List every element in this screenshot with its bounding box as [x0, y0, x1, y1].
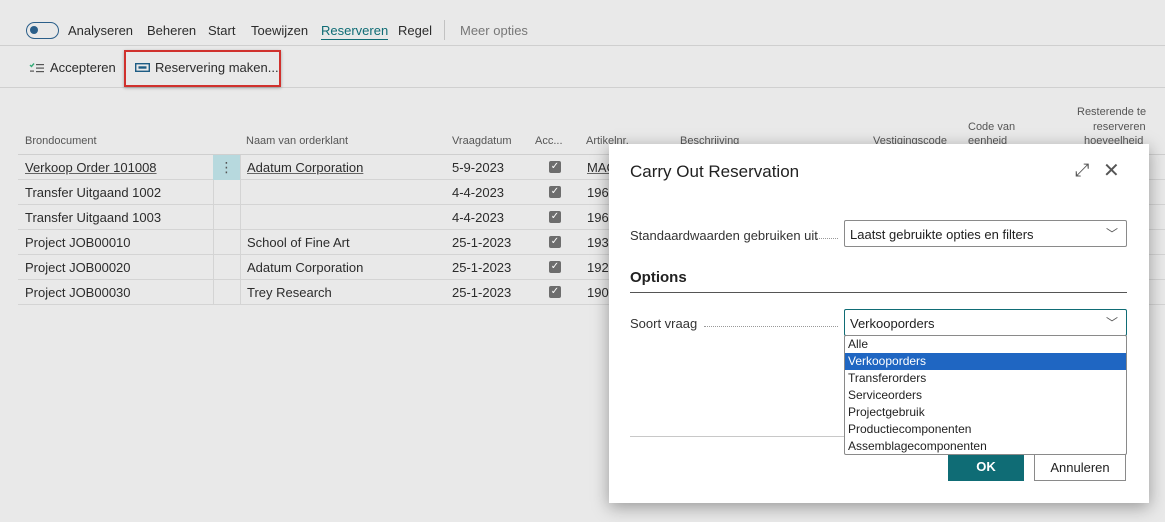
highlight-frame [124, 50, 281, 87]
cancel-button[interactable]: Annuleren [1034, 454, 1126, 481]
row-accepted-checkbox[interactable]: ✓ [549, 261, 561, 273]
col-brondocument[interactable]: Brondocument [25, 135, 97, 147]
close-icon[interactable]: ✕ [1103, 158, 1120, 183]
defaults-value: Laatst gebruikte opties en filters [850, 227, 1034, 242]
col-divider [213, 280, 214, 305]
col-divider [240, 180, 241, 205]
defaults-select[interactable]: Laatst gebruikte opties en filters ﹀ [844, 220, 1127, 247]
menu-more-options[interactable]: Meer opties [460, 23, 528, 38]
demand-leader [704, 326, 838, 327]
demand-type-label: Soort vraag [630, 316, 698, 331]
option-alle[interactable]: Alle [845, 336, 1126, 353]
col-divider [240, 280, 241, 305]
row-accepted-checkbox[interactable]: ✓ [549, 236, 561, 248]
row-accepted-checkbox[interactable]: ✓ [549, 186, 561, 198]
col-rest-line2[interactable]: reserveren [1093, 121, 1146, 133]
row-doc: Project JOB00010 [25, 235, 131, 250]
row-name: Adatum Corporation [247, 260, 364, 275]
row-date: 25-1-2023 [452, 285, 512, 300]
row-accepted-checkbox[interactable]: ✓ [549, 286, 561, 298]
accept-button[interactable]: Accepteren [29, 60, 116, 75]
options-heading: Options [630, 269, 687, 286]
col-rest-line1[interactable]: Resterende te [1077, 106, 1146, 118]
col-eenheid-line1[interactable]: Code van [968, 121, 1015, 133]
col-vraagdatum[interactable]: Vraagdatum [452, 135, 512, 147]
defaults-leader [816, 238, 838, 239]
ok-button[interactable]: OK [948, 454, 1024, 481]
col-divider [213, 180, 214, 205]
demand-type-listbox: Alle Verkooporders Transferorders Servic… [844, 335, 1127, 455]
row-date: 25-1-2023 [452, 260, 512, 275]
top-menu: Analyseren Beheren Start Toewijzen Reser… [0, 16, 1165, 46]
menu-separator [444, 20, 445, 40]
option-productiecomponenten[interactable]: Productiecomponenten [845, 421, 1126, 438]
row-date: 5-9-2023 [452, 160, 505, 175]
expand-icon[interactable]: ⤢ [1075, 160, 1089, 181]
col-divider [240, 255, 241, 280]
demand-type-value: Verkooporders [850, 316, 935, 331]
option-transferorders[interactable]: Transferorders [845, 370, 1126, 387]
menu-start[interactable]: Start [208, 23, 235, 38]
menu-beheren[interactable]: Beheren [147, 23, 196, 38]
row-name: Trey Research [247, 285, 332, 300]
row-doc[interactable]: Verkoop Order 101008 [25, 160, 157, 175]
row-name: School of Fine Art [247, 235, 350, 250]
col-divider [213, 255, 214, 280]
option-serviceorders[interactable]: Serviceorders [845, 387, 1126, 404]
row-date: 25-1-2023 [452, 235, 512, 250]
dialog-title: Carry Out Reservation [630, 162, 800, 181]
row-doc: Transfer Uitgaand 1003 [25, 210, 162, 225]
col-divider [240, 205, 241, 230]
option-assemblagecomponenten[interactable]: Assemblagecomponenten [845, 438, 1126, 455]
row-accepted-checkbox[interactable]: ✓ [549, 161, 561, 173]
col-divider [240, 230, 241, 255]
option-projectgebruik[interactable]: Projectgebruik [845, 404, 1126, 421]
row-doc: Project JOB00020 [25, 260, 131, 275]
row-date: 4-4-2023 [452, 185, 505, 200]
row-accepted-checkbox[interactable]: ✓ [549, 211, 561, 223]
analyze-toggle[interactable] [26, 22, 59, 39]
row-name[interactable]: Adatum Corporation [247, 160, 363, 175]
col-divider [213, 205, 214, 230]
option-verkooporders[interactable]: Verkooporders [845, 353, 1126, 370]
col-divider [240, 155, 241, 180]
accept-label: Accepteren [50, 60, 116, 75]
row-menu-icon[interactable]: ⋮ [213, 155, 240, 180]
row-date: 4-4-2023 [452, 210, 505, 225]
col-naam[interactable]: Naam van orderklant [246, 135, 348, 147]
chevron-down-icon: ﹀ [1105, 316, 1118, 330]
accept-list-icon [29, 62, 44, 72]
defaults-label: Standaardwaarden gebruiken uit [630, 228, 818, 243]
row-doc: Transfer Uitgaand 1002 [25, 185, 162, 200]
options-divider [630, 292, 1127, 293]
menu-regel[interactable]: Regel [398, 23, 432, 38]
menu-reserveren[interactable]: Reserveren [321, 23, 389, 40]
demand-type-select[interactable]: Verkooporders ﹀ [844, 309, 1127, 336]
menu-analyseren[interactable]: Analyseren [68, 23, 133, 38]
menu-toewijzen[interactable]: Toewijzen [251, 23, 308, 38]
chevron-down-icon: ﹀ [1105, 227, 1118, 241]
row-doc: Project JOB00030 [25, 285, 131, 300]
col-divider [213, 230, 214, 255]
col-acc[interactable]: Acc... [535, 135, 563, 147]
